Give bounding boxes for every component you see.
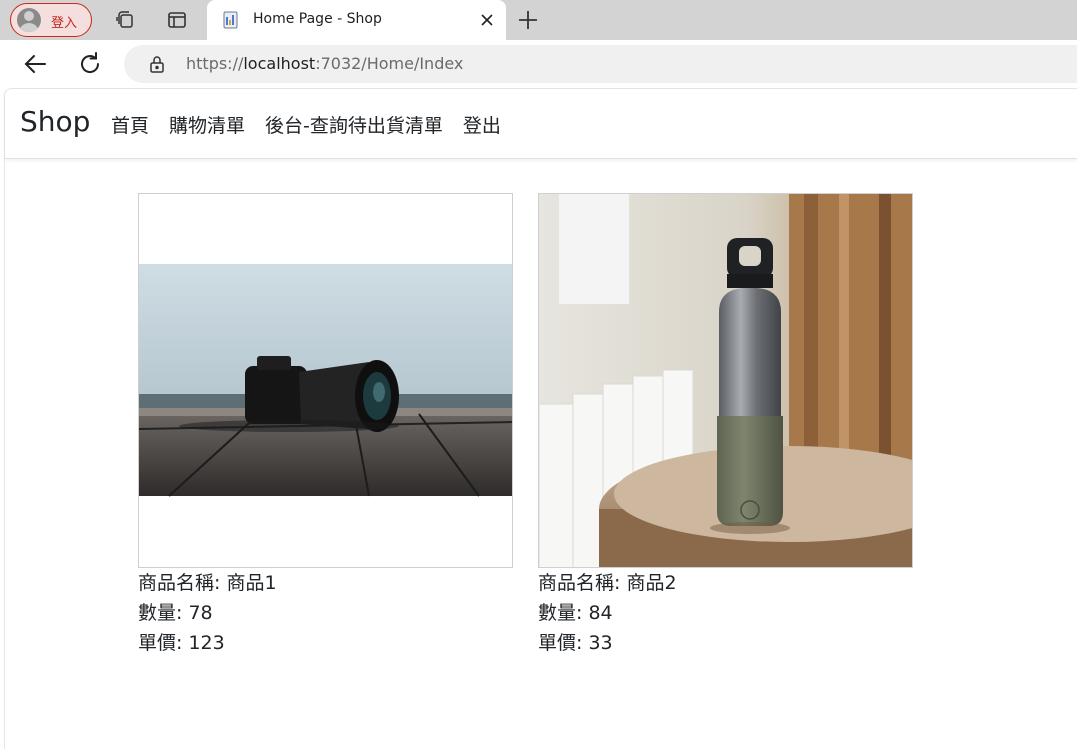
product-image-water-bottle-photo[interactable] — [538, 193, 913, 568]
product-price: 33 — [588, 632, 613, 654]
lock-icon[interactable] — [148, 55, 166, 73]
product-card: 商品名稱: 商品1 數量: 78 單價: 123 — [138, 193, 513, 658]
address-bar[interactable]: https://localhost:7032/Home/Index — [124, 45, 1077, 83]
page-favicon-icon — [223, 11, 238, 29]
product-name-label: 商品名稱: — [138, 572, 227, 594]
url-text[interactable]: https://localhost:7032/Home/Index — [186, 54, 463, 73]
product-price-label: 單價: — [538, 632, 589, 654]
product-name-line: 商品名稱: 商品1 — [138, 568, 513, 598]
profile-label: 登入 — [51, 16, 78, 31]
product-name: 商品1 — [226, 572, 277, 594]
avatar — [17, 8, 41, 32]
product-quantity-line: 數量: 84 — [538, 598, 913, 628]
water-bottle-photo — [539, 194, 912, 567]
browser-toolbar: https://localhost:7032/Home/Index — [0, 40, 1077, 88]
url-scheme: https:// — [186, 54, 244, 73]
url-host: localhost — [243, 54, 316, 73]
workspaces-icon[interactable] — [113, 8, 137, 32]
nav-link-logout[interactable]: 登出 — [463, 111, 501, 138]
product-quantity: 84 — [588, 602, 613, 624]
product-quantity-label: 數量: — [538, 602, 589, 624]
site-brand[interactable]: Shop — [20, 105, 90, 138]
page-viewport: Shop 首頁 購物清單 後台-查詢待出貨清單 登出 商品名稱: 商品1 數量:… — [4, 88, 1077, 749]
product-quantity-line: 數量: 78 — [138, 598, 513, 628]
vertical-tabs-icon[interactable] — [165, 8, 189, 32]
product-quantity: 78 — [188, 602, 213, 624]
product-quantity-label: 數量: — [138, 602, 189, 624]
product-price: 123 — [188, 632, 225, 654]
nav-links: 首頁 購物清單 後台-查詢待出貨清單 登出 — [111, 111, 501, 138]
nav-link-admin-pending-orders[interactable]: 後台-查詢待出貨清單 — [265, 111, 443, 138]
camera-photo — [139, 264, 512, 497]
product-image-camera-photo[interactable] — [138, 193, 513, 568]
profile-button[interactable]: 登入 — [10, 3, 92, 37]
close-icon[interactable] — [477, 10, 497, 30]
tab-title: Home Page - Shop — [253, 11, 382, 27]
product-card: 商品名稱: 商品2 數量: 84 單價: 33 — [538, 193, 913, 658]
back-arrow-icon[interactable] — [22, 51, 48, 77]
new-tab-plus-icon[interactable] — [516, 8, 540, 32]
product-name-label: 商品名稱: — [538, 572, 627, 594]
url-path: :7032/Home/Index — [315, 54, 464, 73]
nav-link-shopping-list[interactable]: 購物清單 — [169, 111, 245, 138]
tab-home-page[interactable]: Home Page - Shop — [207, 0, 506, 40]
nav-link-home[interactable]: 首頁 — [111, 111, 149, 138]
product-price-line: 單價: 33 — [538, 628, 913, 658]
product-price-line: 單價: 123 — [138, 628, 513, 658]
site-navbar: Shop 首頁 購物清單 後台-查詢待出貨清單 登出 — [5, 89, 1077, 159]
browser-tab-strip: 登入 Home Page - Shop — [0, 0, 1077, 40]
product-name: 商品2 — [626, 572, 677, 594]
refresh-icon[interactable] — [77, 51, 103, 77]
product-name-line: 商品名稱: 商品2 — [538, 568, 913, 598]
product-price-label: 單價: — [138, 632, 189, 654]
